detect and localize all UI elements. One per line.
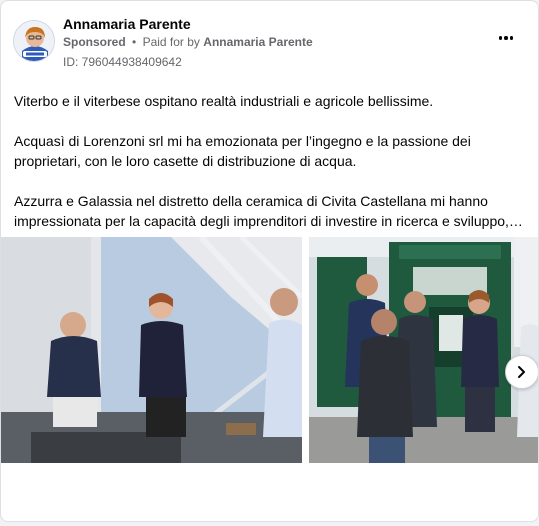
author-avatar[interactable] [13,20,55,62]
author-name[interactable]: Annamaria Parente [63,16,191,32]
more-dot [504,36,508,40]
kiosk-photo [309,237,538,463]
sponsored-label: Sponsored [63,35,126,49]
ad-id: ID: 796044938409642 [63,55,182,69]
carousel-next-button[interactable] [505,355,538,389]
post-paragraph: Viterbo e il viterbese ospitano realtà i… [14,93,434,109]
post-paragraph: Acquasì di Lorenzoni srl mi ha emozionat… [14,133,471,169]
chevron-right-icon [518,366,525,378]
avatar-portrait [14,21,54,61]
paid-for-prefix: Paid for by [142,35,200,49]
post-header: Annamaria Parente Sponsored • Paid for b… [13,14,526,70]
post-text: Viterbo e il viterbese ospitano realtà i… [14,91,526,231]
paid-for-name[interactable]: Annamaria Parente [203,35,312,49]
post-paragraph: Azzurra e Galassia nel distretto della c… [14,193,523,229]
meeting-photo [1,237,302,463]
meta-separator: • [132,35,137,49]
more-horizontal-icon [498,36,503,40]
ad-post-card: Annamaria Parente Sponsored • Paid for b… [0,0,539,522]
more-options-button[interactable] [494,28,518,48]
carousel-image-1[interactable] [1,237,302,463]
carousel-image-2[interactable] [309,237,538,463]
sponsored-line: Sponsored • Paid for by Annamaria Parent… [63,35,313,49]
more-dot [509,36,514,40]
image-carousel [1,237,538,463]
